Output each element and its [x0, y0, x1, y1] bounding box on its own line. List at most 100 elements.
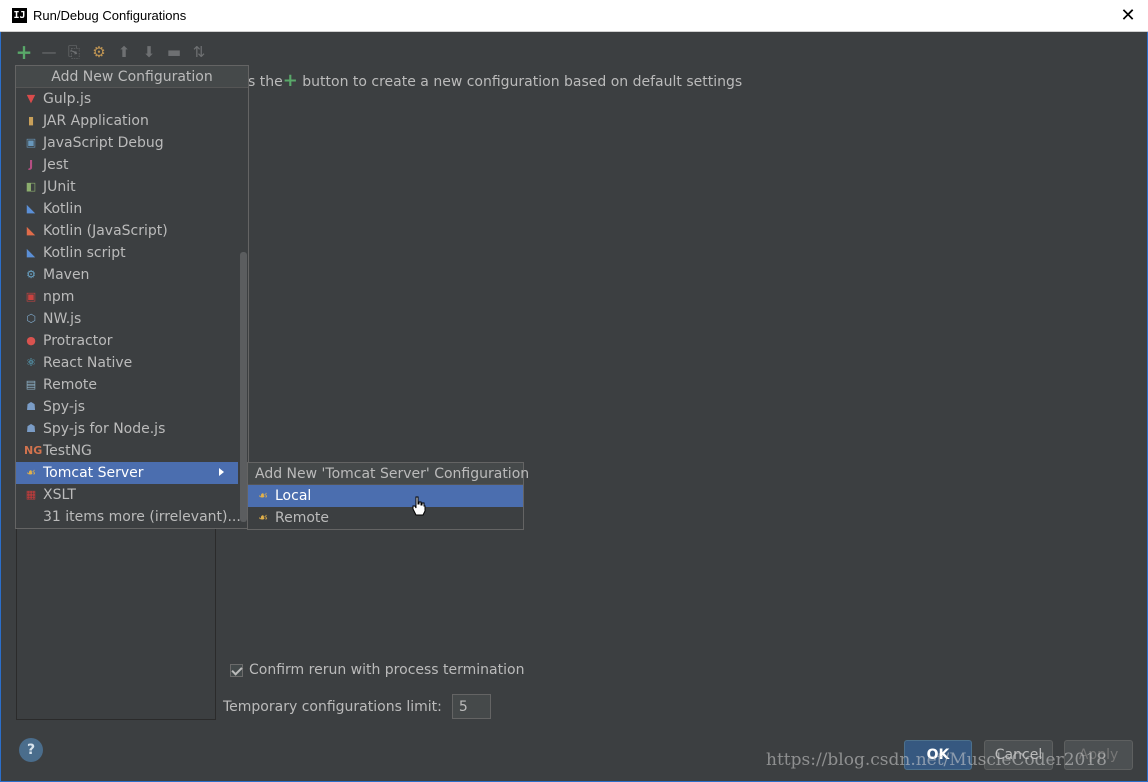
menu-item-label: Gulp.js — [43, 91, 92, 107]
move-down-icon[interactable]: ⬇ — [141, 43, 157, 61]
react-icon: ⚛ — [26, 356, 36, 369]
window-title: Run/Debug Configurations — [33, 8, 187, 23]
kotlin-js-icon: ◣ — [26, 224, 36, 237]
menu-item-remote[interactable]: ☙ Remote — [248, 507, 523, 529]
menu-item-label: Kotlin script — [43, 245, 126, 261]
spyjs-node-icon: ☗ — [26, 422, 36, 435]
spyjs-icon: ☗ — [26, 400, 36, 413]
menu-item-label: React Native — [43, 355, 133, 371]
menu-item-spy-js[interactable]: ☗ Spy-js — [16, 396, 238, 418]
menu-item-kotlin[interactable]: ◣ Kotlin — [16, 198, 238, 220]
intellij-icon: IJ — [12, 8, 27, 23]
tomcat-icon: ☙ — [258, 511, 268, 524]
menu-item-react-native[interactable]: ⚛ React Native — [16, 352, 238, 374]
menu-item-javascript-debug[interactable]: ▣ JavaScript Debug — [16, 132, 238, 154]
maven-icon: ⚙ — [26, 268, 36, 281]
menu-item-31-items-more-irrelevant[interactable]: 31 items more (irrelevant)... — [16, 506, 241, 528]
kotlin-icon: ◣ — [26, 202, 36, 215]
menu-item-xslt[interactable]: ▦ XSLT — [16, 484, 238, 506]
menu-item-gulp-js[interactable]: ▼ Gulp.js — [16, 88, 238, 110]
add-configuration-popup: Add New Configuration ▼ Gulp.js ▮ JAR Appli… — [15, 65, 249, 529]
kotlin-script-icon: ◣ — [26, 246, 36, 259]
temp-config-limit: Temporary configurations limit: — [223, 694, 491, 719]
hint-prefix: s the — [248, 74, 283, 90]
remove-icon[interactable]: — — [41, 43, 57, 61]
move-up-icon[interactable]: ⬆ — [116, 43, 132, 61]
empty-icon-slot — [24, 510, 38, 524]
nwjs-icon: ⬡ — [26, 312, 36, 325]
limit-label: Temporary configurations limit: — [223, 698, 442, 715]
menu-item-label: Remote — [275, 510, 330, 526]
menu-item-testng[interactable]: NG TestNG — [16, 440, 238, 462]
menu-item-jest[interactable]: J Jest — [16, 154, 238, 176]
menu-item-label: Maven — [43, 267, 90, 283]
help-icon[interactable]: ? — [19, 738, 43, 762]
watermark: https://blog.csdn.net/MuscleCoder2018 — [766, 750, 1107, 770]
plus-icon: + — [282, 70, 298, 91]
testng-icon: NG — [24, 444, 43, 457]
menu-item-label: npm — [43, 289, 75, 305]
submenu-arrow-icon — [219, 468, 224, 476]
hand-cursor-icon — [412, 496, 426, 516]
menu-item-local[interactable]: ☙ Local — [248, 485, 523, 507]
js-debug-icon: ▣ — [25, 136, 37, 149]
menu-item-nw-js[interactable]: ⬡ NW.js — [16, 308, 238, 330]
title-bar: IJ Run/Debug Configurations ✕ — [0, 0, 1148, 32]
menu-item-tomcat-server[interactable]: ☙ Tomcat Server — [16, 462, 238, 484]
menu-item-spy-js-for-node-js[interactable]: ☗ Spy-js for Node.js — [16, 418, 238, 440]
protractor-icon: ● — [26, 334, 36, 347]
menu-item-label: XSLT — [43, 487, 76, 503]
npm-icon: ▣ — [25, 290, 37, 303]
menu-item-label: JUnit — [43, 179, 76, 195]
hint-suffix: button to create a new configuration bas… — [297, 74, 743, 90]
junit-icon: ◧ — [25, 180, 37, 193]
add-icon[interactable]: + — [16, 40, 33, 64]
limit-input[interactable] — [451, 694, 491, 719]
menu-item-label: Spy-js — [43, 399, 86, 415]
menu-item-npm[interactable]: ▣ npm — [16, 286, 238, 308]
menu-item-remote[interactable]: ▤ Remote — [16, 374, 238, 396]
menu-item-label: Protractor — [43, 333, 113, 349]
menu-item-maven[interactable]: ⚙ Maven — [16, 264, 238, 286]
menu-item-label: Local — [275, 488, 312, 504]
tomcat-submenu: Add New 'Tomcat Server' Configuration ☙ L… — [247, 462, 529, 530]
confirm-rerun-label: Confirm rerun with process termination — [249, 662, 525, 678]
menu-item-protractor[interactable]: ● Protractor — [16, 330, 238, 352]
config-toolbar: + — ⎘ ⚙ ⬆ ⬇ ▬ ⇅ — [16, 40, 207, 64]
configuration-tree[interactable] — [16, 526, 216, 720]
menu-item-label: TestNG — [43, 443, 92, 459]
menu-item-jar-application[interactable]: ▮ JAR Application — [16, 110, 238, 132]
confirm-rerun-checkbox[interactable] — [230, 663, 243, 677]
edit-defaults-icon[interactable]: ⚙ — [91, 43, 107, 61]
empty-hint: s the+ button to create a new configurat… — [248, 70, 742, 91]
copy-icon[interactable]: ⎘ — [66, 43, 82, 61]
menu-item-label: Kotlin — [43, 201, 83, 217]
tomcat-type-list: ☙ Local ☙ Remote — [248, 485, 523, 529]
menu-item-label: NW.js — [43, 311, 82, 327]
menu-item-label: Kotlin (JavaScript) — [43, 223, 168, 239]
remote-icon: ▤ — [25, 378, 37, 391]
menu-item-label: Tomcat Server — [43, 465, 144, 481]
menu-item-junit[interactable]: ◧ JUnit — [16, 176, 238, 198]
menu-item-label: Spy-js for Node.js — [43, 421, 166, 437]
submenu-header: Add New 'Tomcat Server' Configuration — [248, 463, 529, 485]
close-icon[interactable]: ✕ — [1108, 0, 1148, 31]
menu-item-kotlin-script[interactable]: ◣ Kotlin script — [16, 242, 238, 264]
folder-icon[interactable]: ▬ — [166, 43, 182, 61]
confirm-rerun-option[interactable]: Confirm rerun with process termination — [230, 662, 524, 678]
menu-item-label: Remote — [43, 377, 98, 393]
tomcat-icon: ☙ — [258, 489, 268, 502]
xslt-icon: ▦ — [25, 488, 37, 501]
tomcat-icon: ☙ — [26, 466, 36, 479]
menu-item-kotlin-javascript[interactable]: ◣ Kotlin (JavaScript) — [16, 220, 238, 242]
gulp-icon: ▼ — [26, 92, 36, 105]
menu-item-label: Jest — [43, 157, 69, 173]
menu-item-label: 31 items more (irrelevant)... — [43, 509, 241, 525]
popup-header: Add New Configuration — [16, 66, 248, 88]
menu-item-label: JavaScript Debug — [43, 135, 164, 151]
jar-icon: ▮ — [27, 114, 35, 127]
sort-icon[interactable]: ⇅ — [191, 43, 207, 61]
configuration-type-list: ▼ Gulp.js ▮ JAR Application ▣ JavaScript Debu… — [16, 88, 241, 528]
popup-scrollbar[interactable] — [240, 252, 247, 522]
menu-item-label: JAR Application — [43, 113, 149, 129]
